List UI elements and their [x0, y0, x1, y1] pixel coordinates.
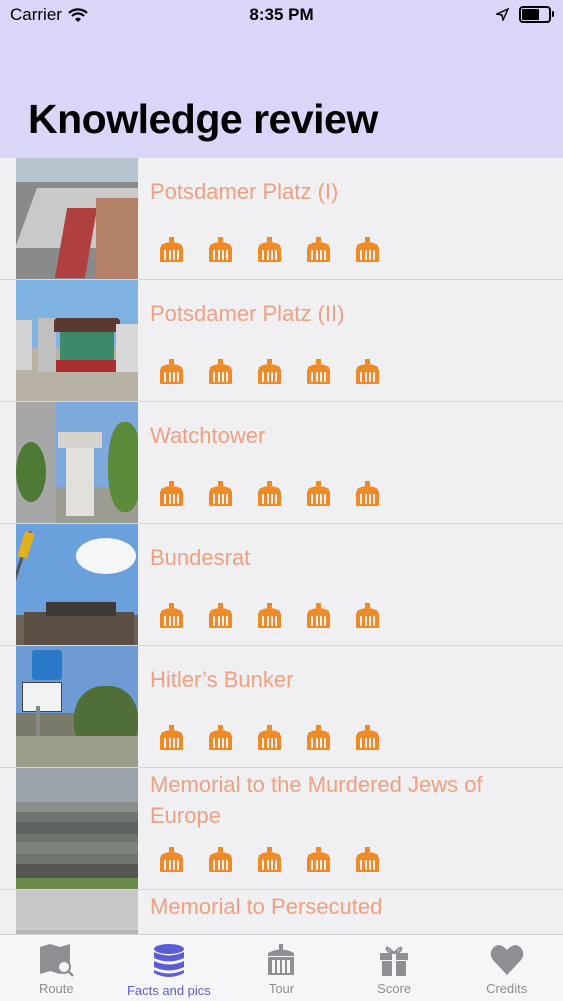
rating-icons — [158, 724, 381, 751]
gift-box-icon — [209, 725, 232, 750]
gift-box-icon — [160, 847, 183, 872]
gift-box-icon — [258, 481, 281, 506]
gift-box-icon — [356, 847, 379, 872]
tab-label: Facts and pics — [126, 983, 211, 998]
tab-bar: Route Facts and pics Tour Score Credits — [0, 934, 563, 1001]
gift-box-icon — [209, 603, 232, 628]
nav-header: Carrier 8:35 PM Knowledge review — [0, 0, 563, 159]
list-item[interactable]: Potsdamer Platz (II) — [0, 280, 563, 402]
list-item[interactable]: Hitler’s Bunker — [0, 646, 563, 768]
gift-box-icon — [258, 359, 281, 384]
gift-box-icon — [160, 603, 183, 628]
gift-box-icon — [307, 481, 330, 506]
gift-box-icon — [307, 725, 330, 750]
building-icon — [268, 944, 295, 975]
gift-box-icon — [209, 237, 232, 262]
gift-box-icon — [209, 359, 232, 384]
gift-box-icon — [160, 481, 183, 506]
database-icon — [153, 944, 184, 977]
tab-label: Credits — [486, 981, 528, 996]
item-title: Potsdamer Platz (I) — [150, 179, 339, 204]
tab-tour[interactable]: Tour — [225, 935, 338, 1001]
thumbnail-image — [16, 158, 138, 279]
gift-box-icon — [356, 603, 379, 628]
gift-box-icon — [356, 725, 379, 750]
tab-facts-and-pics[interactable]: Facts and pics — [113, 935, 226, 1001]
tab-label: Score — [377, 981, 412, 996]
gift-box-icon — [258, 237, 281, 262]
thumbnail-image — [16, 280, 138, 401]
thumbnail-image — [16, 768, 138, 889]
knowledge-list[interactable]: Potsdamer Platz (I) Potsdamer Platz (II) — [0, 158, 563, 934]
thumbnail-image — [16, 890, 138, 934]
map-icon — [40, 944, 75, 977]
list-item[interactable]: Bundesrat — [0, 524, 563, 646]
list-item[interactable]: Memorial to the Murdered Jews of Europe — [0, 768, 563, 890]
gift-box-icon — [160, 359, 183, 384]
gift-box-icon — [258, 847, 281, 872]
tab-credits[interactable]: Credits — [450, 935, 563, 1001]
item-title: Hitler’s Bunker — [150, 667, 294, 692]
rating-icons — [158, 480, 381, 507]
battery-icon — [519, 6, 554, 23]
status-time: 8:35 PM — [249, 5, 314, 24]
list-item[interactable]: Memorial to Persecuted — [0, 890, 563, 934]
gift-box-icon — [209, 847, 232, 872]
location-arrow-icon — [496, 8, 509, 21]
list-item[interactable]: Potsdamer Platz (I) — [0, 158, 563, 280]
item-title: Memorial to the Murdered Jews of Europe — [150, 772, 483, 828]
rating-icons — [158, 846, 381, 873]
item-title: Bundesrat — [150, 545, 251, 570]
tab-label: Tour — [268, 981, 295, 996]
rating-icons — [158, 236, 381, 263]
tab-label: Route — [38, 981, 74, 996]
gift-box-icon — [307, 237, 330, 262]
status-bar: Carrier 8:35 PM — [0, 0, 563, 30]
tab-route[interactable]: Route — [0, 935, 113, 1001]
item-title: Memorial to Persecuted — [150, 894, 383, 919]
rating-icons — [158, 602, 381, 629]
gift-box-icon — [160, 237, 183, 262]
gift-box-icon — [356, 237, 379, 262]
gift-box-icon — [160, 725, 183, 750]
list-item[interactable]: Watchtower — [0, 402, 563, 524]
page-title: Knowledge review — [28, 96, 378, 142]
gift-box-icon — [356, 359, 379, 384]
gift-box-icon — [258, 603, 281, 628]
thumbnail-image — [16, 524, 138, 645]
gift-box-icon — [209, 481, 232, 506]
item-title: Watchtower — [150, 423, 266, 448]
item-title: Potsdamer Platz (II) — [150, 301, 345, 326]
tab-score[interactable]: Score — [338, 935, 451, 1001]
rating-icons — [158, 358, 381, 385]
battery-level — [522, 9, 539, 20]
status-right — [496, 6, 554, 23]
heart-icon — [490, 945, 523, 975]
gift-box-icon — [356, 481, 379, 506]
gift-box-icon — [307, 847, 330, 872]
thumbnail-image — [16, 646, 138, 767]
gift-box-icon — [258, 725, 281, 750]
thumbnail-image — [16, 402, 138, 523]
gift-box-icon — [307, 359, 330, 384]
gift-icon — [380, 946, 409, 976]
gift-box-icon — [307, 603, 330, 628]
